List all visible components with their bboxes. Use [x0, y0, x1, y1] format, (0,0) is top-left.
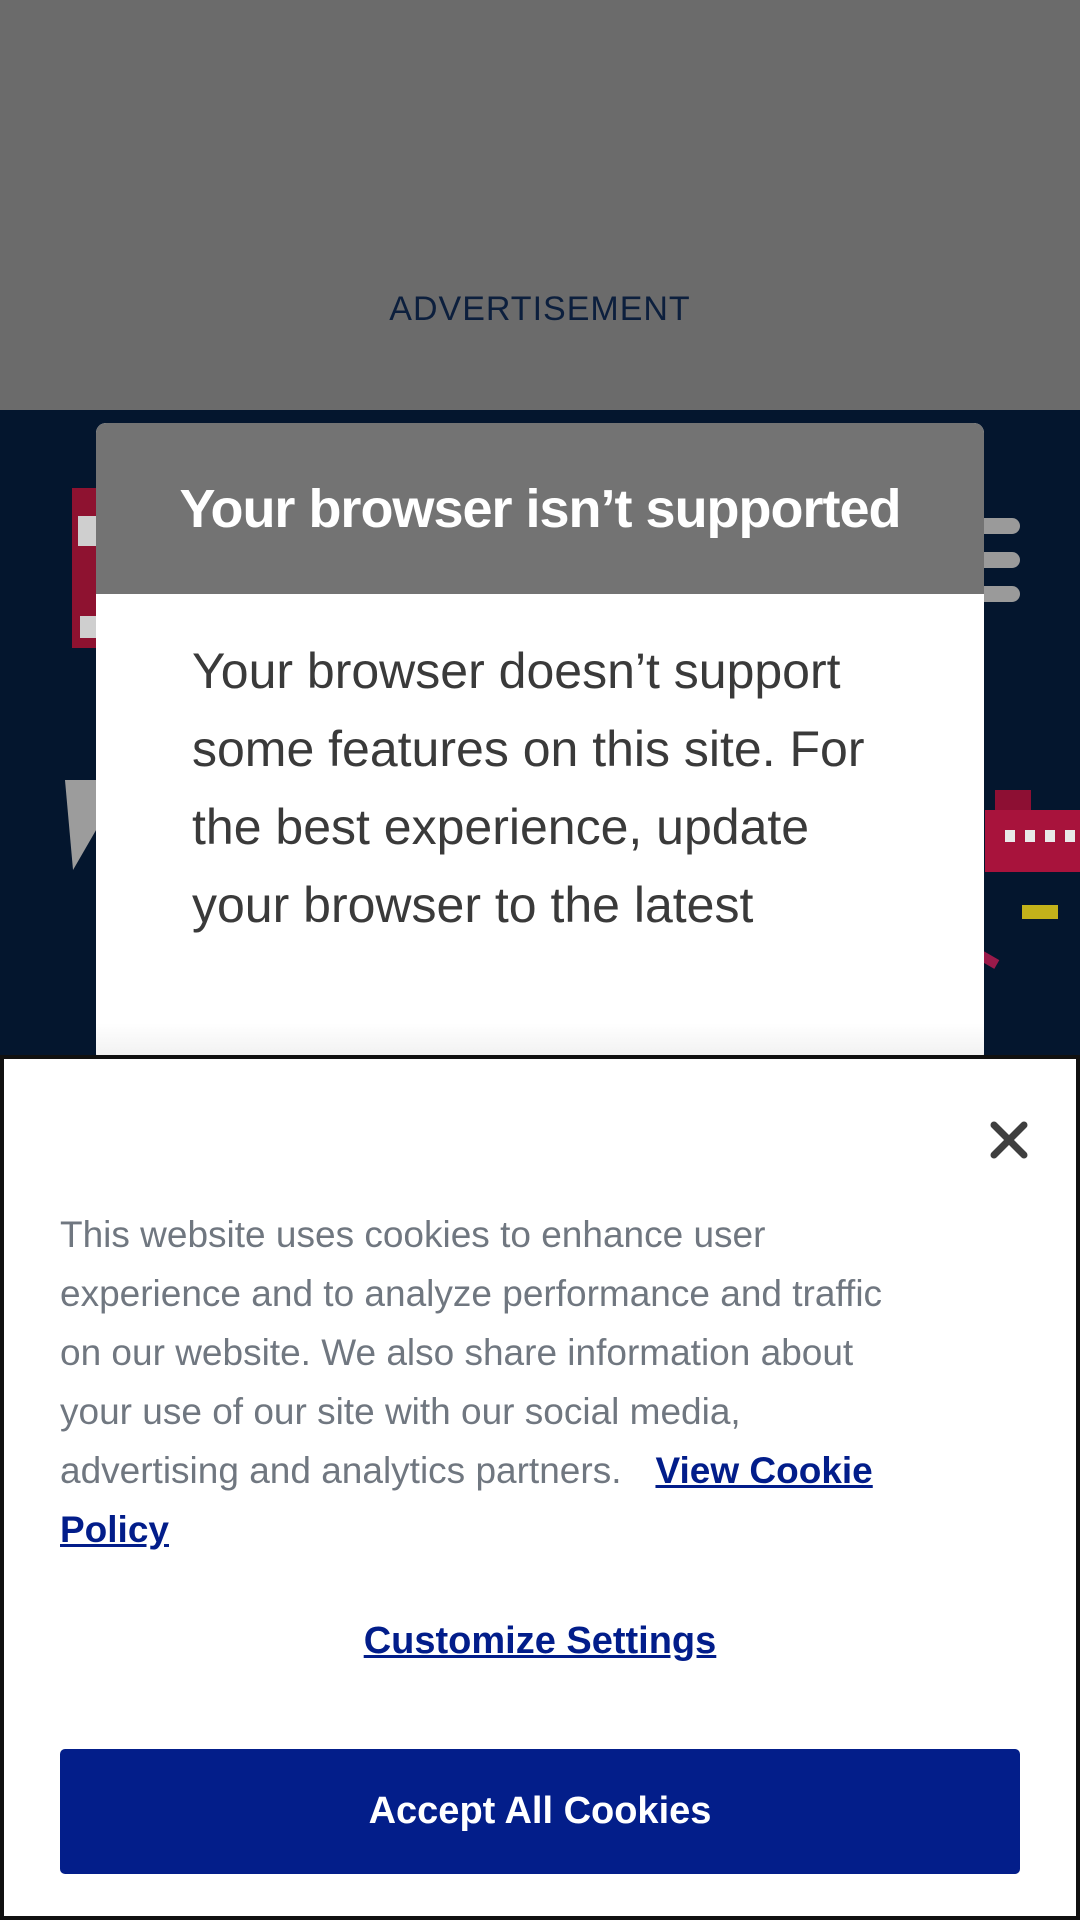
- close-button[interactable]: [981, 1112, 1037, 1168]
- modal-title: Your browser isn’t supported: [179, 478, 901, 539]
- cookie-description: This website uses cookies to enhance use…: [60, 1205, 900, 1559]
- modal-header: Your browser isn’t supported: [96, 423, 984, 594]
- close-icon: [990, 1121, 1028, 1159]
- advertisement-banner[interactable]: ADVERTISEMENT: [0, 0, 1080, 410]
- school-illustration: [985, 790, 1080, 880]
- advertisement-label: ADVERTISEMENT: [389, 290, 691, 328]
- customize-settings-link[interactable]: Customize Settings: [0, 1620, 1080, 1663]
- accept-all-cookies-button[interactable]: Accept All Cookies: [60, 1749, 1020, 1874]
- decorative-tag: [1022, 905, 1058, 919]
- browser-unsupported-modal: Your browser isn’t supported Your browse…: [96, 423, 984, 1063]
- modal-message: Your browser doesn’t support some featur…: [192, 643, 865, 933]
